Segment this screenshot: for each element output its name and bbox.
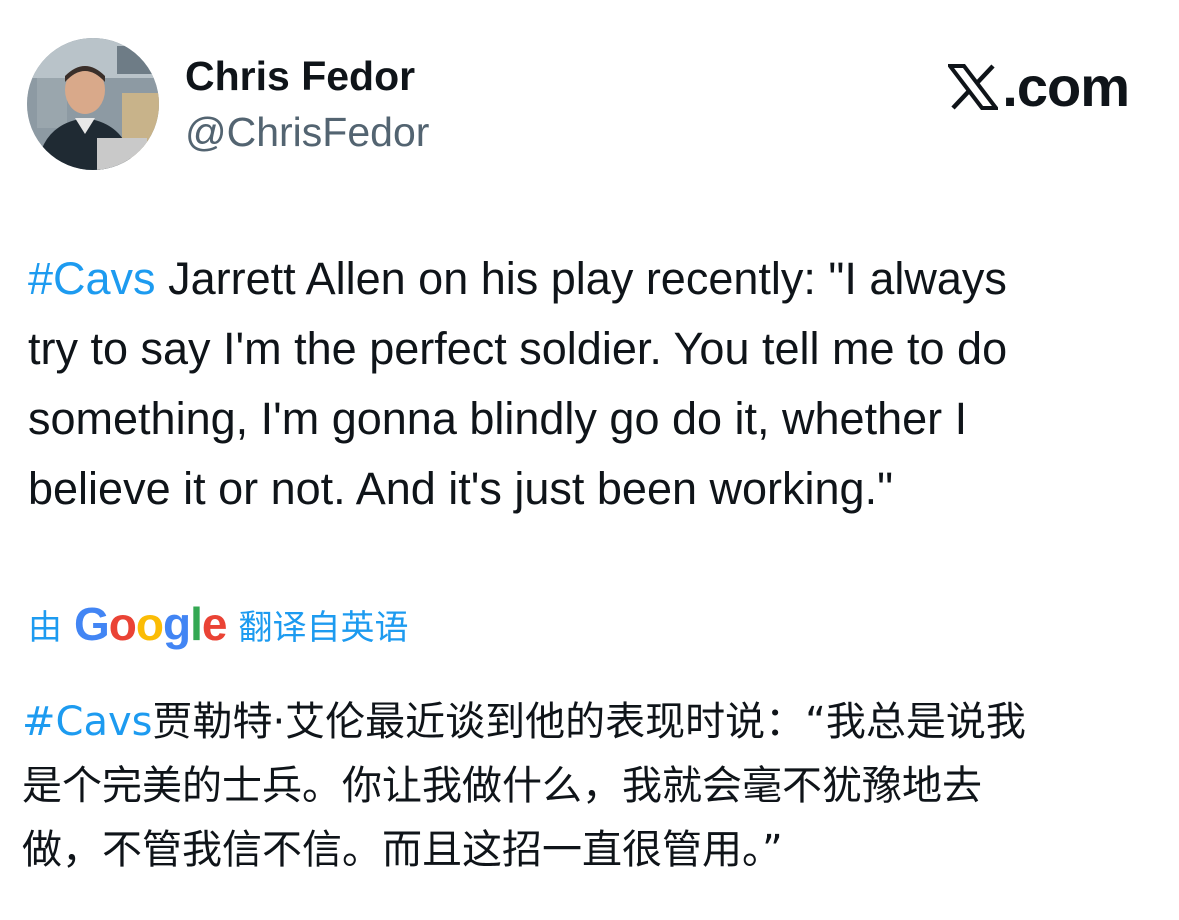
translated-hashtag-link[interactable]: #Cavs: [22, 699, 152, 745]
author-handle[interactable]: @ChrisFedor: [185, 106, 429, 158]
tweet-line-3: something, I'm gonna blindly go do it, w…: [28, 393, 968, 444]
hashtag-link[interactable]: #Cavs: [28, 253, 156, 304]
tweet-line-1-text: Jarrett Allen on his play recently: "I a…: [155, 253, 1007, 304]
tweet-text: #Cavs Jarrett Allen on his play recently…: [28, 244, 1158, 524]
translated-line-3: 做，不管我信不信。而且这招一直很管用。”: [22, 827, 783, 873]
brand-domain: .com: [1002, 55, 1130, 118]
x-logo-icon: [948, 64, 999, 110]
avatar-photo: [27, 38, 159, 170]
tweet-line-4: believe it or not. And it's just been wo…: [28, 463, 894, 514]
translated-by-google[interactable]: 由 Google 翻译自英语: [28, 594, 408, 654]
translated-by-label: 由: [28, 607, 62, 648]
author-avatar[interactable]: [27, 38, 159, 170]
translated-line-2: 是个完美的士兵。你让我做什么，我就会毫不犹豫地去: [22, 763, 982, 809]
tweet-line-1: #Cavs Jarrett Allen on his play recently…: [28, 244, 1158, 314]
author-display-name[interactable]: Chris Fedor: [185, 50, 415, 102]
translated-from-label: 翻译自英语: [238, 607, 409, 648]
tweet-line-2: try to say I'm the perfect soldier. You …: [28, 323, 1008, 374]
translated-text: #Cavs贾勒特·艾伦最近谈到他的表现时说：“我总是说我 是个完美的士兵。你让我…: [22, 690, 1162, 882]
translated-line-1-text: 贾勒特·艾伦最近谈到他的表现时说：“我总是说我: [152, 699, 1026, 745]
x-com-brand: .com: [948, 55, 1130, 119]
translated-line-1: #Cavs贾勒特·艾伦最近谈到他的表现时说：“我总是说我: [22, 690, 1162, 754]
google-logo: Google: [74, 598, 227, 650]
